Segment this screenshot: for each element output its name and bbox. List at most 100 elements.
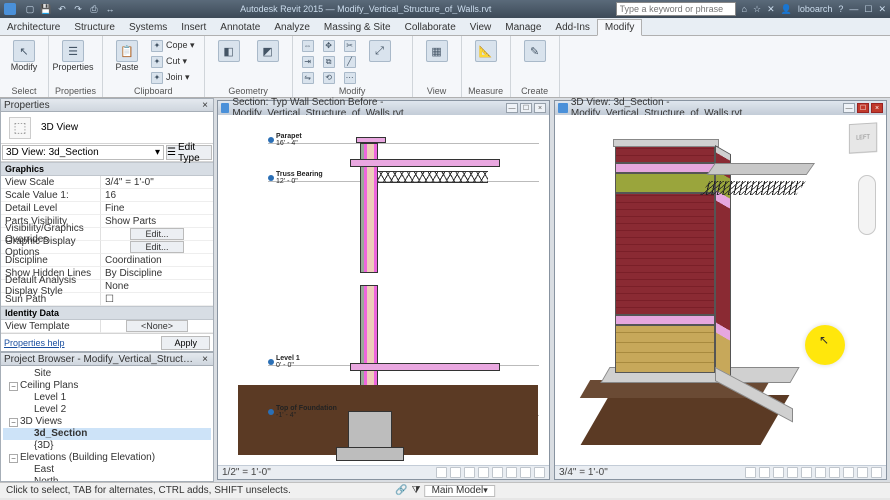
copy-button[interactable]: ⧉ xyxy=(320,54,338,69)
tree-node[interactable]: Level 2 xyxy=(3,404,211,416)
edit-type-button[interactable]: ☰Edit Type xyxy=(166,145,212,160)
3d-view-titlebar[interactable]: 3D View: 3d_Section - Modify_Vertical_St… xyxy=(555,101,886,115)
align-button[interactable]: ⇔ xyxy=(299,38,317,53)
rotate-button[interactable]: ⟲ xyxy=(320,70,338,85)
tree-node[interactable]: Level 1 xyxy=(3,392,211,404)
section-minimize-icon[interactable]: — xyxy=(506,103,518,113)
vc-cropvis-icon[interactable] xyxy=(829,467,840,478)
tab-insert[interactable]: Insert xyxy=(174,20,213,35)
vc-reveal-icon[interactable] xyxy=(871,467,882,478)
cope-button[interactable]: ✦Cope ▾ xyxy=(148,38,198,53)
vc-reveal-icon[interactable] xyxy=(534,467,545,478)
help-icon[interactable]: ? xyxy=(838,4,843,14)
vc-hide-icon[interactable] xyxy=(857,467,868,478)
tab-add-ins[interactable]: Add-Ins xyxy=(548,20,596,35)
3d-maximize-icon[interactable]: ☐ xyxy=(857,103,869,113)
status-workset-icon[interactable]: 🔗 xyxy=(395,485,407,496)
prop-row[interactable]: Scale Value 1:16 xyxy=(1,189,213,202)
vc-crop-icon[interactable] xyxy=(492,467,503,478)
vc-cropvis-icon[interactable] xyxy=(506,467,517,478)
vc-shadows-icon[interactable] xyxy=(787,467,798,478)
vc-sun-icon[interactable] xyxy=(773,467,784,478)
prop-group-identity-data[interactable]: Identity Data xyxy=(1,306,213,320)
properties-header[interactable]: Properties × xyxy=(0,98,214,112)
move-button[interactable]: ✥ xyxy=(320,38,338,53)
prop-value[interactable]: Edit... xyxy=(101,241,213,254)
tab-manage[interactable]: Manage xyxy=(498,20,548,35)
prop-value[interactable]: By Discipline xyxy=(101,267,213,280)
vc-style-icon[interactable] xyxy=(450,467,461,478)
prop-value[interactable]: Show Parts xyxy=(101,215,213,228)
prop-row[interactable]: View Scale3/4" = 1'-0" xyxy=(1,176,213,189)
tab-massing-site[interactable]: Massing & Site xyxy=(317,20,398,35)
tree-node[interactable]: {3D} xyxy=(3,440,211,452)
geometry-button-1[interactable]: ◧ xyxy=(211,38,247,64)
tree-node[interactable]: East xyxy=(3,464,211,476)
section-maximize-icon[interactable]: ☐ xyxy=(520,103,532,113)
prop-value[interactable]: <None> xyxy=(101,320,213,333)
infocenter-icon[interactable]: ⌂ xyxy=(742,4,747,14)
app-icon[interactable] xyxy=(4,3,16,15)
vc-style-icon[interactable] xyxy=(759,467,770,478)
section-canvas[interactable]: Parapet16' - 4"Truss Bearing12' - 0"Leve… xyxy=(218,115,549,465)
prop-row[interactable]: View Template<None> xyxy=(1,320,213,333)
tab-view[interactable]: View xyxy=(463,20,499,35)
cut-button[interactable]: ✦Cut ▾ xyxy=(148,54,198,69)
design-options-dropdown[interactable]: Main Model ▾ xyxy=(425,485,495,497)
array-button[interactable]: ⋯ xyxy=(341,70,359,85)
tree-node[interactable]: 3d_Section xyxy=(3,428,211,440)
vc-shadows-icon[interactable] xyxy=(478,467,489,478)
qat-redo-icon[interactable]: ↷ xyxy=(72,3,84,15)
browser-header[interactable]: Project Browser - Modify_Vertical_Struct… xyxy=(0,352,214,366)
properties-button[interactable]: ☰ Properties xyxy=(55,38,91,74)
prop-value[interactable]: Coordination xyxy=(101,254,213,267)
tree-twisty-icon[interactable]: − xyxy=(9,454,18,463)
tree-twisty-icon[interactable]: − xyxy=(9,382,18,391)
prop-value[interactable]: Fine xyxy=(101,202,213,215)
signin-icon[interactable]: ☆ xyxy=(753,4,761,15)
qat-print-icon[interactable]: ⎙ xyxy=(88,3,100,15)
prop-row[interactable]: Detail LevelFine xyxy=(1,202,213,215)
type-name-dropdown[interactable]: 3D View: 3d_Section▾ xyxy=(2,145,164,160)
view-cube[interactable]: LEFT xyxy=(849,122,877,153)
3d-canvas[interactable]: LEFT xyxy=(555,115,886,465)
offset-button[interactable]: ⇥ xyxy=(299,54,317,69)
qat-save-icon[interactable]: 💾 xyxy=(40,3,52,15)
tree-node[interactable]: North xyxy=(3,476,211,482)
section-close-icon[interactable]: × xyxy=(534,103,546,113)
3d-scale[interactable]: 3/4" = 1'-0" xyxy=(559,467,608,478)
level-marker[interactable]: Top of Foundation-1' - 4" xyxy=(268,405,337,419)
3d-minimize-icon[interactable]: — xyxy=(843,103,855,113)
vc-sun-icon[interactable] xyxy=(464,467,475,478)
qat-open-icon[interactable]: ▢ xyxy=(24,3,36,15)
tab-collaborate[interactable]: Collaborate xyxy=(398,20,463,35)
level-marker[interactable]: Level 10' - 0" xyxy=(268,355,300,369)
prop-value[interactable]: 3/4" = 1'-0" xyxy=(101,176,213,189)
properties-close-icon[interactable]: × xyxy=(200,100,210,111)
view-button[interactable]: ▦ xyxy=(419,38,455,64)
tree-node[interactable]: −3D Views xyxy=(3,416,211,428)
apply-button[interactable]: Apply xyxy=(161,336,210,350)
prop-row[interactable]: Default Analysis Display StyleNone xyxy=(1,280,213,293)
tab-annotate[interactable]: Annotate xyxy=(213,20,267,35)
measure-button[interactable]: 📐 xyxy=(468,38,504,64)
tree-twisty-icon[interactable]: − xyxy=(9,418,18,427)
section-scale[interactable]: 1/2" = 1'-0" xyxy=(222,467,271,478)
minimize-icon[interactable]: — xyxy=(849,4,858,14)
close-icon[interactable]: ✕ xyxy=(878,4,886,15)
vc-detail-icon[interactable] xyxy=(436,467,447,478)
paste-button[interactable]: 📋 Paste xyxy=(109,38,145,74)
status-filter-icon[interactable]: ⧩ xyxy=(412,485,421,496)
tab-modify[interactable]: Modify xyxy=(597,19,642,36)
scale-button[interactable]: ⤢ xyxy=(362,38,398,64)
vc-detail-icon[interactable] xyxy=(745,467,756,478)
create-button[interactable]: ✎ xyxy=(517,38,553,64)
type-selector[interactable]: ⬚ 3D View xyxy=(1,112,213,144)
geometry-button-2[interactable]: ◩ xyxy=(250,38,286,64)
help-search-input[interactable] xyxy=(616,2,736,16)
maximize-icon[interactable]: ☐ xyxy=(864,4,872,15)
join-button[interactable]: ✦Join ▾ xyxy=(148,70,198,85)
trim-button[interactable]: ✂ xyxy=(341,38,359,53)
modify-button[interactable]: ↖ Modify xyxy=(6,38,42,74)
prop-value[interactable]: 16 xyxy=(101,189,213,202)
